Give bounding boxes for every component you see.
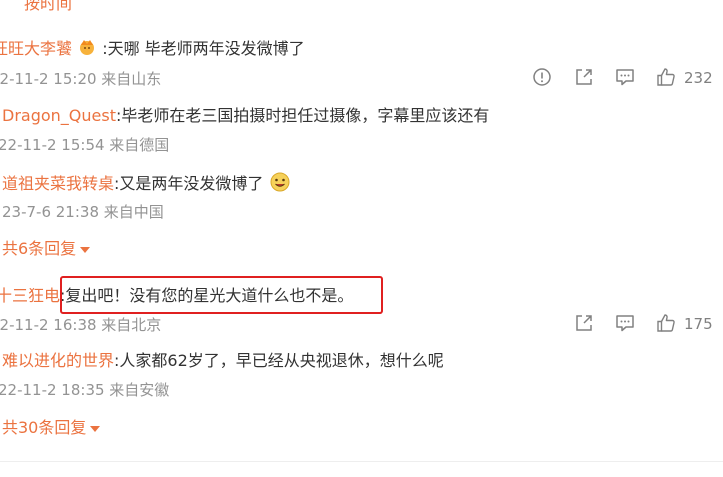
comment-icon[interactable] bbox=[614, 312, 636, 334]
comment-icon[interactable] bbox=[614, 66, 636, 88]
comment-2-body: Dragon_Quest:毕老师在老三国拍摄时担任过摄像，字幕里应该还有 bbox=[2, 106, 489, 126]
expand-replies-label: 共6条回复 bbox=[2, 239, 77, 258]
comment-1-text: :天哪 毕老师两年没发微博了 bbox=[102, 39, 305, 58]
share-icon[interactable] bbox=[573, 312, 595, 334]
smile-emoji-icon bbox=[269, 172, 291, 197]
comment-1-body: 旺旺大李饕 :天哪 毕老师两年没发微博了 bbox=[0, 38, 305, 61]
comment-3-text: :又是两年没发微博了 bbox=[114, 174, 264, 193]
comment-4-time: 22-11-2 16:38 来自北京 bbox=[0, 316, 162, 334]
comment-2-username[interactable]: Dragon_Quest bbox=[2, 106, 116, 125]
comment-1-time: 22-11-2 15:20 来自山东 bbox=[0, 70, 162, 88]
comment-5-username[interactable]: 难以进化的世界 bbox=[2, 351, 114, 370]
caret-down-icon bbox=[90, 425, 101, 432]
comment-3-body: 道祖夹菜我转桌:又是两年没发微博了 bbox=[2, 172, 291, 197]
expand-replies-button[interactable]: 共30条回复 bbox=[2, 418, 101, 438]
comment-3-username[interactable]: 道祖夹菜我转桌 bbox=[2, 174, 114, 193]
comment-4-username[interactable]: 十三狂电 bbox=[0, 286, 60, 305]
comment-5-text: :人家都62岁了，早已经从央视退休，想什么呢 bbox=[114, 351, 444, 370]
crown-emoji-icon bbox=[77, 38, 97, 61]
expand-replies-label: 共30条回复 bbox=[2, 418, 87, 437]
comment-2-time: 22-11-2 15:54 来自德国 bbox=[0, 136, 170, 154]
like-icon[interactable] bbox=[655, 312, 677, 334]
report-icon[interactable] bbox=[531, 66, 553, 88]
divider bbox=[0, 461, 723, 462]
like-count: 175 bbox=[684, 315, 713, 333]
comment-2-text: :毕老师在老三国拍摄时担任过摄像，字幕里应该还有 bbox=[115, 106, 490, 125]
comment-3-time: 23-7-6 21:38 来自中国 bbox=[2, 203, 164, 221]
like-count: 232 bbox=[684, 69, 713, 87]
comment-5-time: 22-11-2 18:35 来自安徽 bbox=[0, 381, 170, 399]
expand-replies-button[interactable]: 共6条回复 bbox=[2, 239, 91, 259]
sort-by-time-link[interactable]: 按时间 bbox=[24, 0, 72, 14]
share-icon[interactable] bbox=[573, 66, 595, 88]
comment-1-username[interactable]: 旺旺大李饕 bbox=[0, 39, 72, 58]
comment-5-body: 难以进化的世界:人家都62岁了，早已经从央视退休，想什么呢 bbox=[2, 351, 444, 371]
caret-down-icon bbox=[80, 246, 91, 253]
highlight-box bbox=[60, 276, 383, 314]
like-icon[interactable] bbox=[655, 66, 677, 88]
